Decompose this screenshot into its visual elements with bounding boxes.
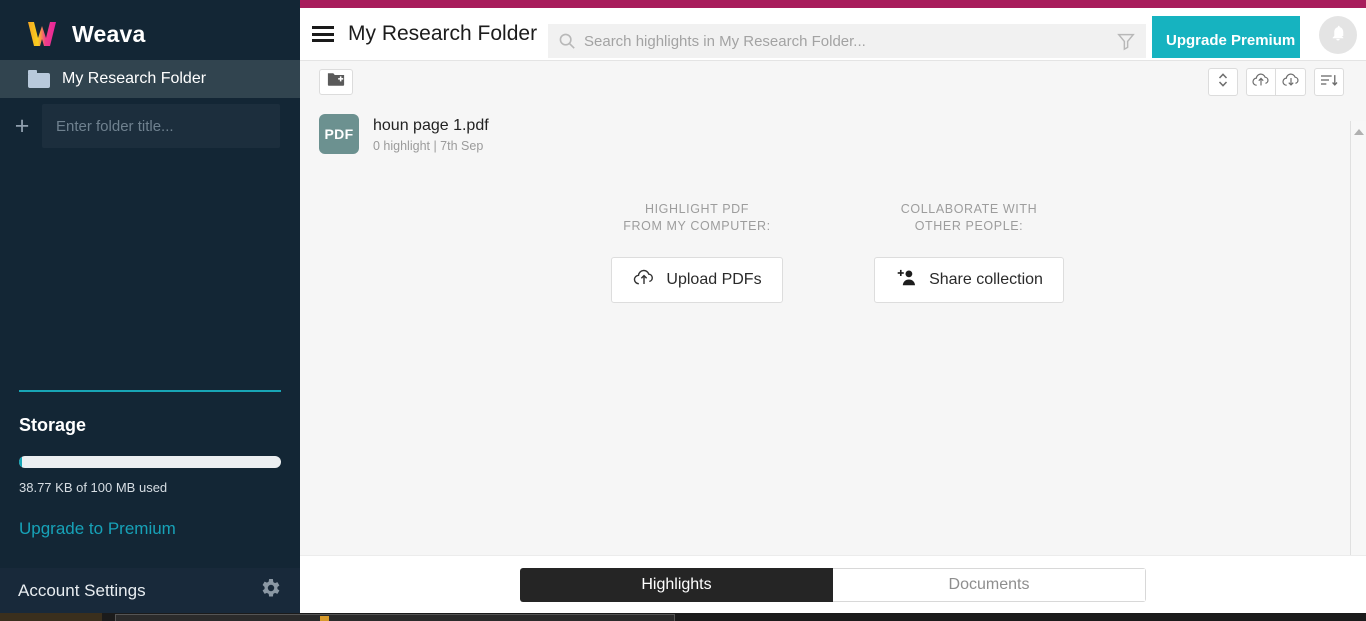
folder-plus-icon [327,72,345,92]
brand-header: Weava [0,0,300,60]
document-meta: houn page 1.pdf 0 highlight | 7th Sep [373,116,489,153]
main-content: My Research Folder Upgrade Premium [300,8,1366,621]
share-caption-line1: COLLABORATE WITH [900,202,1038,216]
empty-state-actions: HIGHLIGHT PDF FROM MY COMPUTER: Upload P… [300,201,1366,303]
tab-highlights[interactable]: Highlights [520,567,833,602]
taskbar-left-chunk [0,613,102,621]
storage-progress-fill [19,456,22,468]
bottom-tabbar: Highlights Documents [300,555,1366,613]
cloud-upload-icon [1251,72,1271,93]
storage-section: Storage 38.77 KB of 100 MB used Upgrade … [19,415,289,539]
sort-button[interactable] [1314,68,1344,96]
upload-pdfs-label: Upload PDFs [666,271,762,288]
cloud-upload-icon [632,268,656,292]
sort-descending-icon [1319,72,1339,93]
hamburger-menu-icon[interactable] [312,26,334,42]
cloud-download-icon [1281,72,1301,93]
avatar[interactable] [1319,16,1357,54]
upload-pdf-action: HIGHLIGHT PDF FROM MY COMPUTER: Upload P… [583,201,811,303]
pdf-badge: PDF [319,114,359,154]
app-header: My Research Folder Upgrade Premium [300,8,1366,60]
account-settings-row[interactable]: Account Settings [0,568,300,613]
folder-icon [28,70,50,88]
add-person-icon [895,268,919,292]
cloud-download-button[interactable] [1276,68,1306,96]
document-name: houn page 1.pdf [373,116,489,134]
new-folder-row: + [0,98,300,154]
filter-funnel-icon[interactable] [1116,31,1136,51]
add-folder-button[interactable] [319,69,353,95]
brand-name: Weava [72,20,146,47]
chevron-up-down-icon [1216,71,1230,94]
taskbar-highlight-dot [320,616,329,621]
sidebar-item-my-research-folder[interactable]: My Research Folder [0,60,300,98]
content-scrollbar[interactable] [1350,121,1366,621]
upload-caption-line2: FROM MY COMPUTER: [623,219,771,233]
share-collection-caption: COLLABORATE WITH OTHER PEOPLE: [855,201,1083,235]
search-input[interactable] [584,32,1116,50]
cloud-sync-buttons [1246,68,1306,96]
upload-pdfs-button[interactable]: Upload PDFs [611,257,783,303]
content-toolbar [300,61,1366,103]
bell-icon [1329,24,1347,47]
sidebar: Weava My Research Folder + Storage 38.77… [0,0,300,613]
taskbar-window-chunk [115,614,675,621]
tab-documents[interactable]: Documents [833,567,1146,602]
list-item[interactable]: PDF houn page 1.pdf 0 highlight | 7th Se… [319,114,489,154]
scroll-up-arrow[interactable] [1354,127,1364,137]
upgrade-to-premium-link[interactable]: Upgrade to Premium [19,519,176,539]
upgrade-premium-button[interactable]: Upgrade Premium [1152,16,1300,58]
weava-w-logo-icon [26,20,58,48]
upload-caption-line1: HIGHLIGHT PDF [644,202,750,216]
weava-app-window: Weava My Research Folder + Storage 38.77… [0,0,1366,621]
page-title: My Research Folder [348,22,538,45]
cloud-upload-button[interactable] [1246,68,1276,96]
new-folder-title-input[interactable] [42,104,280,148]
upload-pdf-caption: HIGHLIGHT PDF FROM MY COMPUTER: [583,201,811,235]
toolbar-actions [1200,68,1344,96]
storage-usage-text: 38.77 KB of 100 MB used [19,480,168,495]
plus-icon[interactable]: + [8,112,36,140]
expand-collapse-button[interactable] [1208,68,1238,96]
share-collection-button[interactable]: Share collection [874,257,1064,303]
account-settings-label: Account Settings [18,580,146,600]
gear-icon[interactable] [258,576,282,605]
search-icon [558,32,576,50]
search-bar[interactable] [548,24,1146,58]
storage-progress-bar [19,456,281,468]
sidebar-divider [19,390,281,392]
document-subtitle: 0 highlight | 7th Sep [373,138,484,153]
os-taskbar-strip [0,613,1366,621]
sidebar-folder-label: My Research Folder [62,70,207,87]
tab-group: Highlights Documents [520,567,1146,602]
share-caption-line2: OTHER PEOPLE: [914,219,1024,233]
storage-title: Storage [19,415,87,435]
share-collection-label: Share collection [929,271,1043,288]
share-collection-action: COLLABORATE WITH OTHER PEOPLE: Share col… [855,201,1083,303]
content-body: PDF houn page 1.pdf 0 highlight | 7th Se… [300,60,1366,621]
